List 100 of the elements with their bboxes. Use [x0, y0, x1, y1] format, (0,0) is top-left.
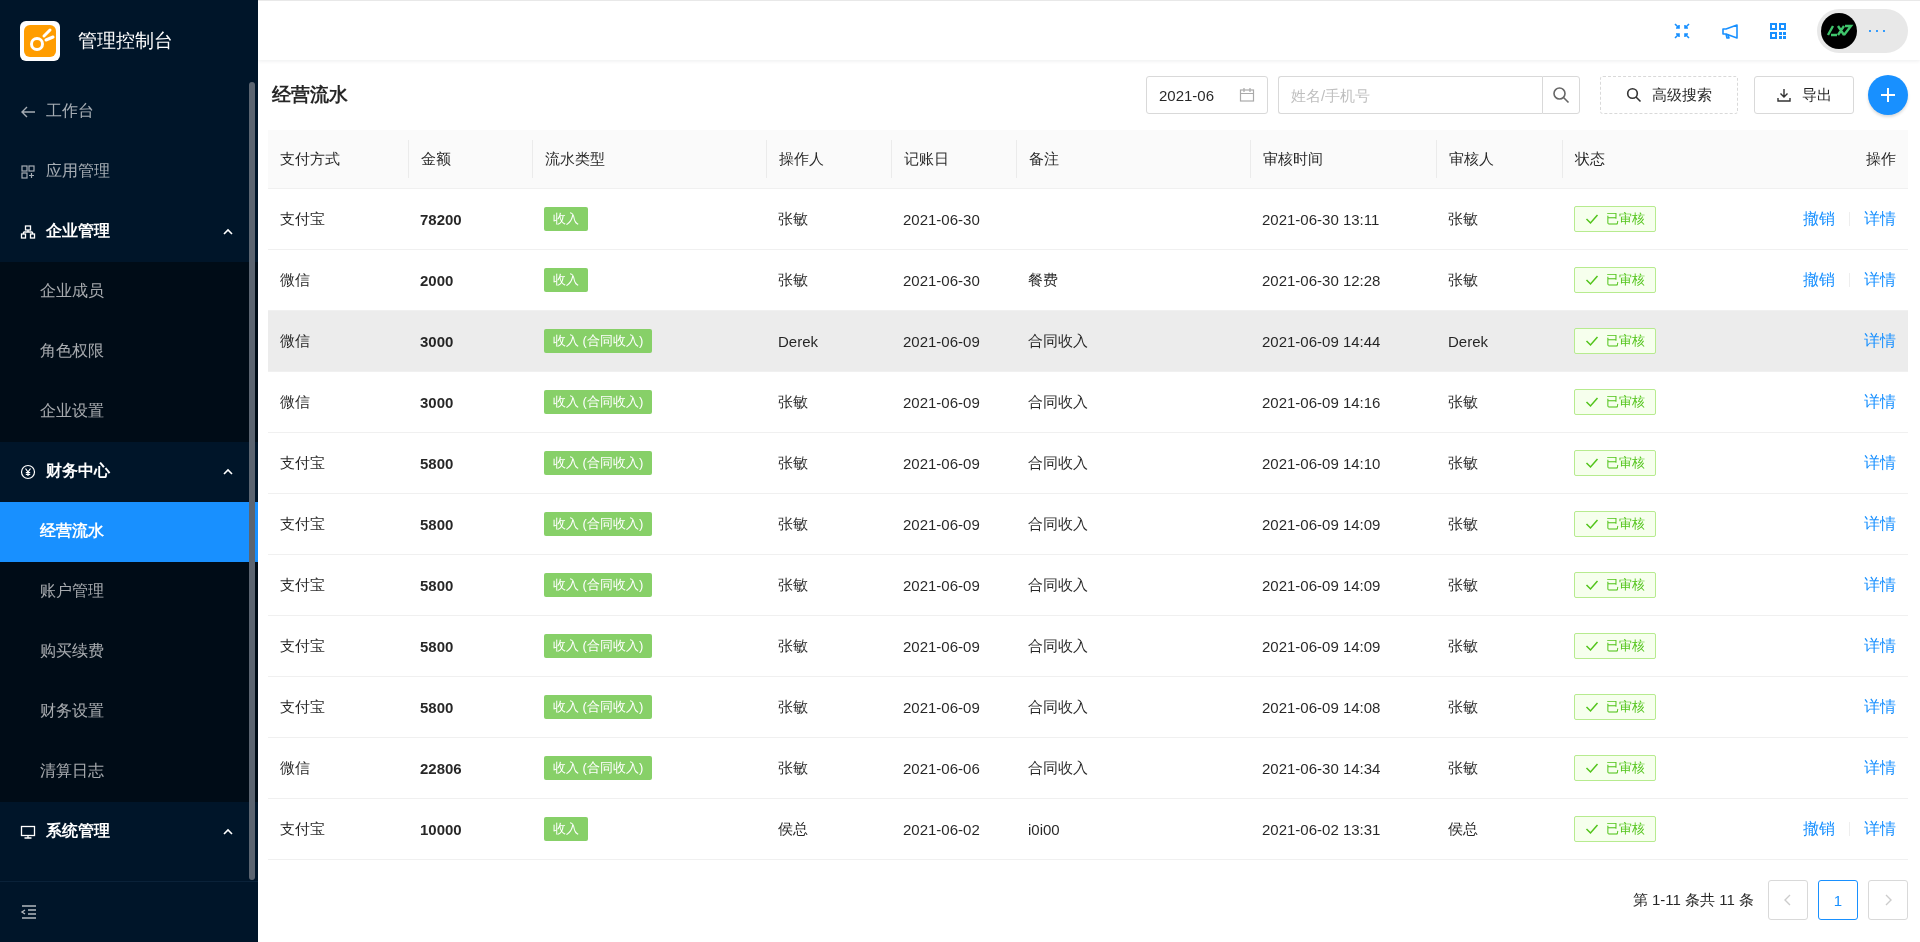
table-cell-text: 支付宝	[279, 575, 326, 595]
table-cell-text: 支付宝	[279, 514, 326, 534]
table-cell-text: 2021-06-09	[902, 515, 981, 533]
table-row[interactable]: 支付宝 5800 收入 (合同收入) 张敏 2021-06-09 合同收入 2021-06-09 14:09 张敏 已审核 详情	[268, 555, 1908, 616]
table-cell-text: 合同收入	[1027, 758, 1089, 778]
table-cell-text: 2021-06-30 13:11	[1261, 210, 1381, 228]
type-tag: 收入 (合同收入)	[544, 573, 653, 597]
table-cell-text: 2021-06-09 14:16	[1261, 393, 1382, 411]
calendar-icon	[1239, 87, 1255, 103]
table-cell-text: 合同收入	[1027, 575, 1089, 595]
table-cell-text: 张敏	[1447, 453, 1479, 473]
table-cell-text: 2021-06-09	[902, 698, 981, 716]
table-cell-text: i0i00	[1027, 820, 1061, 838]
table-cell-text: 2021-06-09 14:10	[1261, 454, 1382, 472]
table-cell-text: 2021-06-09 14:44	[1261, 332, 1382, 350]
table-row[interactable]: 微信 3000 收入 (合同收入) 张敏 2021-06-09 合同收入 2021-06-09 14:16 张敏 已审核 详情	[268, 372, 1908, 433]
download-icon	[1776, 87, 1792, 103]
table-cell-text: 侯总	[777, 819, 809, 839]
submenu-item[interactable]: 财务设置	[0, 681, 258, 742]
status-tag: 已审核	[1574, 755, 1656, 781]
table-cell-text: 张敏	[777, 697, 809, 717]
status-tag: 已审核	[1574, 206, 1656, 232]
status-tag: 已审核	[1574, 328, 1656, 354]
megaphone-icon[interactable]	[1721, 21, 1739, 40]
check-icon	[1585, 273, 1599, 287]
add-button[interactable]	[1868, 75, 1908, 115]
table-cell-text: 2000	[419, 271, 455, 289]
check-icon	[1585, 639, 1599, 653]
table-cell-text: Derek	[1447, 332, 1489, 350]
column-header: 流水类型	[532, 140, 766, 178]
submenu-item[interactable]: 企业设置	[0, 381, 258, 442]
table-cell-text: 餐费	[1027, 270, 1059, 290]
advanced-search-button[interactable]: 高级搜索	[1600, 76, 1738, 114]
qr-code-icon[interactable]	[1769, 21, 1787, 40]
table-cell-text: 3000	[419, 332, 455, 350]
table-cell-text: 2021-06-02 13:31	[1261, 820, 1382, 838]
menu-group[interactable]: 企业管理	[0, 201, 258, 262]
table-cell-text: 微信	[279, 270, 311, 290]
table-cell-text: 微信	[279, 331, 311, 351]
table-cell-text: 张敏	[777, 270, 809, 290]
table-cell-text: 2021-06-09 14:08	[1261, 698, 1382, 716]
type-tag: 收入	[544, 817, 588, 841]
more-text: ···	[1867, 20, 1888, 41]
table-cell-text: 2021-06-30	[902, 210, 981, 228]
monitor-icon	[20, 823, 36, 840]
status-tag: 已审核	[1574, 572, 1656, 598]
search-field[interactable]: 姓名/手机号	[1278, 76, 1542, 114]
menu-group[interactable]: 财务中心	[0, 441, 258, 502]
table-cell-text: 张敏	[777, 514, 809, 534]
type-tag: 收入 (合同收入)	[544, 451, 653, 475]
export-button[interactable]: 导出	[1754, 76, 1854, 114]
fullscreen-icon[interactable]	[1673, 21, 1691, 40]
table-cell-text: 张敏	[1447, 758, 1479, 778]
search-button[interactable]	[1542, 76, 1580, 114]
table-cell-text: 2021-06-09	[902, 332, 981, 350]
column-header: 记账日	[891, 140, 1016, 178]
avatar-icon[interactable]	[1821, 12, 1857, 49]
status-tag: 已审核	[1574, 450, 1656, 476]
table-cell-text: 张敏	[1447, 270, 1479, 290]
column-header: 支付方式	[279, 149, 341, 169]
logo-icon	[20, 20, 60, 61]
collapse-menu-icon[interactable]	[20, 903, 38, 922]
check-icon	[1585, 456, 1599, 470]
table-row[interactable]: 微信 3000 收入 (合同收入) Derek 2021-06-09 合同收入 2021-06-09 14:44 Derek 已审核 详情	[268, 311, 1908, 372]
type-tag: 收入 (合同收入)	[544, 695, 653, 719]
table-cell-text: 5800	[419, 454, 455, 472]
scrollbar[interactable]	[249, 82, 255, 880]
org-chart-icon	[20, 223, 36, 240]
type-tag: 收入 (合同收入)	[544, 390, 653, 414]
status-tag: 已审核	[1574, 267, 1656, 293]
status-tag: 已审核	[1574, 816, 1656, 842]
table-row[interactable]: 支付宝 5800 收入 (合同收入) 张敏 2021-06-09 合同收入 2021-06-09 14:08 张敏 已审核 详情	[268, 677, 1908, 738]
table-row[interactable]: 支付宝 5800 收入 (合同收入) 张敏 2021-06-09 合同收入 2021-06-09 14:10 张敏 已审核 详情	[268, 433, 1908, 494]
submenu-item[interactable]: 账户管理	[0, 561, 258, 622]
menu-group[interactable]: 系统管理	[0, 801, 258, 862]
menu-item[interactable]: 应用管理	[0, 141, 258, 202]
submenu-item[interactable]: 清算日志	[0, 741, 258, 802]
search-icon	[1626, 87, 1642, 103]
table-row[interactable]: 支付宝 5800 收入 (合同收入) 张敏 2021-06-09 合同收入 2021-06-09 14:09 张敏 已审核 详情	[268, 616, 1908, 677]
month-picker[interactable]: 2021-06	[1146, 76, 1268, 114]
status-tag: 已审核	[1574, 389, 1656, 415]
column-header: 金额	[408, 140, 532, 178]
type-tag: 收入	[544, 207, 588, 231]
check-icon	[1585, 700, 1599, 714]
table-cell-text: 张敏	[1447, 209, 1479, 229]
app-title: 管理控制台	[78, 28, 173, 53]
table-cell-text: 2021-06-30 12:28	[1261, 271, 1382, 289]
table-row[interactable]: 支付宝 5800 收入 (合同收入) 张敏 2021-06-09 合同收入 2021-06-09 14:09 张敏 已审核 详情	[268, 494, 1908, 555]
table-cell-text: 张敏	[777, 209, 809, 229]
grid-icon	[20, 163, 36, 180]
back-link[interactable]: 工作台	[0, 81, 258, 142]
submenu-item[interactable]: 购买续费	[0, 621, 258, 682]
table-cell-text: 2021-06-02	[902, 820, 981, 838]
table-cell-text: 张敏	[777, 453, 809, 473]
table-cell-text: 2021-06-06	[902, 759, 981, 777]
table-cell-text: 2021-06-09	[902, 637, 981, 655]
submenu-item[interactable]: 企业成员	[0, 261, 258, 322]
table-row[interactable]: 微信 22806 收入 (合同收入) 张敏 2021-06-06 合同收入 2021-06-30 14:34 张敏 已审核 详情	[268, 738, 1908, 799]
submenu-item[interactable]: 角色权限	[0, 321, 258, 382]
table-cell-text: 侯总	[1447, 819, 1479, 839]
